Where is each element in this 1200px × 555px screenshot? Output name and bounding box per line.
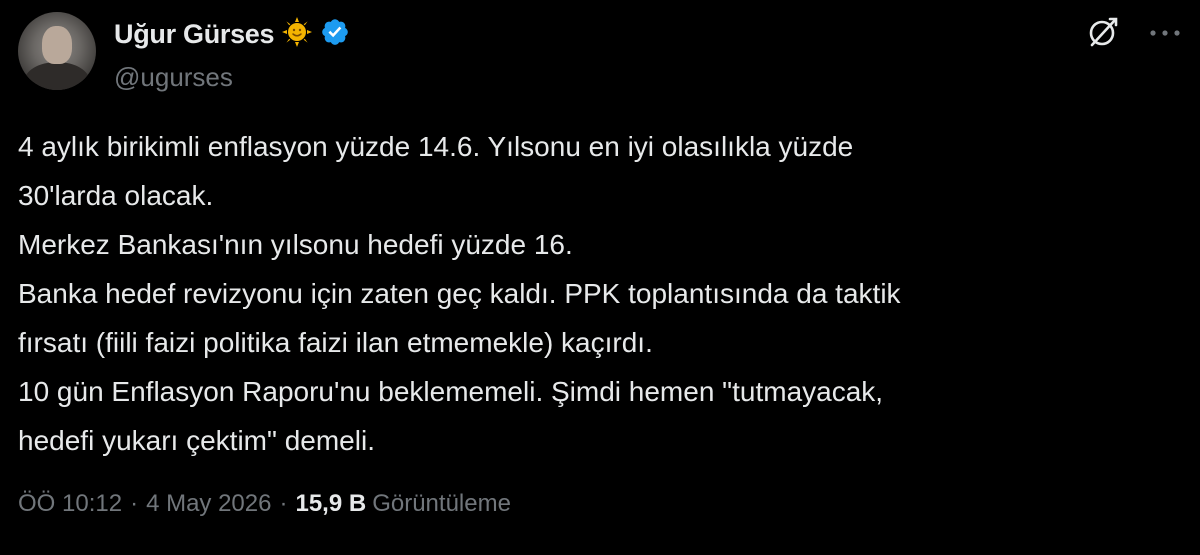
sun-emoji-icon (282, 16, 313, 52)
tweet-meta: ÖÖ 10:12 · 4 May 2026 · 15,9 B Görüntüle… (18, 490, 511, 518)
tweet-date[interactable]: 4 May 2026 (146, 490, 271, 518)
grok-icon[interactable] (1086, 15, 1120, 54)
tweet-card: Uğur Gürses @ugurses 4 aylık birikimli e… (0, 0, 1200, 555)
author-handle[interactable]: @ugurses (114, 62, 233, 93)
views-label: Görüntüleme (372, 490, 511, 517)
avatar-shoulders (24, 62, 90, 90)
author-display-name[interactable]: Uğur Gürses (114, 19, 275, 50)
avatar[interactable] (18, 12, 96, 90)
tweet-header: Uğur Gürses @ugurses (18, 12, 1182, 94)
header-actions (1086, 12, 1182, 56)
more-options-icon[interactable] (1148, 25, 1182, 43)
tweet-time[interactable]: ÖÖ 10:12 (18, 490, 122, 518)
author-name-row: Uğur Gürses (114, 16, 350, 52)
meta-separator: · (130, 490, 139, 517)
verified-badge-icon[interactable] (320, 17, 350, 52)
meta-separator: · (279, 490, 288, 517)
views-count[interactable]: 15,9 B (295, 490, 366, 518)
avatar-face (42, 26, 72, 64)
tweet-text: 4 aylık birikimli enflasyon yüzde 14.6. … (18, 131, 901, 456)
